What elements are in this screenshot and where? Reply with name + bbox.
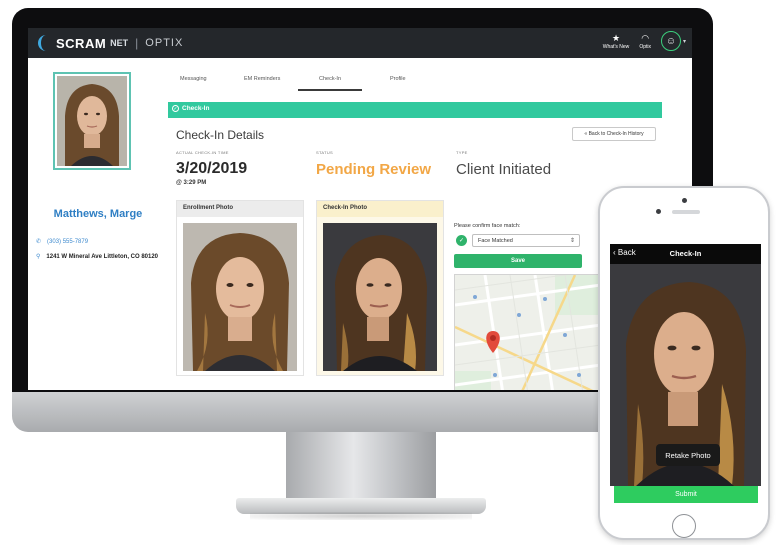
optix-label: Optix (639, 43, 651, 50)
check-in-type: Client Initiated (456, 161, 552, 178)
gauge-icon: ◠ (641, 32, 650, 43)
enrollment-photo[interactable] (183, 223, 297, 371)
phone-speaker (672, 210, 700, 214)
client-address-row: ⚲ 1241 W Mineral Ave Littleton, CO 80120 (36, 253, 158, 261)
client-profile-photo (53, 72, 131, 170)
back-to-history-button[interactable]: « Back to Check-In History (572, 127, 656, 141)
face-match-prompt: Please confirm face match: (454, 223, 521, 229)
save-button[interactable]: Save (454, 254, 582, 268)
client-sidebar: Matthews, Marge ✆ (303) 555-7879 ⚲ 1241 … (28, 58, 168, 390)
face-match-value: Face Matched (478, 238, 513, 244)
app-logo[interactable]: SCRAM NET | OPTIX (38, 35, 183, 51)
tab-check-in[interactable]: Check-In (319, 76, 341, 82)
tab-messaging[interactable]: Messaging (180, 76, 207, 82)
active-tab-indicator (298, 89, 362, 91)
check-in-photo[interactable] (323, 223, 437, 371)
brand-name: SCRAM (56, 35, 107, 51)
map-graphic (455, 275, 599, 390)
profile-photo-image (57, 76, 127, 166)
optix-button[interactable]: ◠ Optix (639, 33, 651, 50)
user-avatar-icon[interactable]: ☺ (660, 31, 681, 51)
client-address: 1241 W Mineral Ave Littleton, CO 80120 (46, 253, 158, 260)
phone-camera (682, 198, 687, 203)
whats-new-button[interactable]: ★ What's New (603, 33, 630, 50)
home-button[interactable] (672, 514, 696, 538)
chevron-down-icon[interactable]: ▾ (683, 38, 686, 45)
mobile-phone: ‹ Back Check-In Retake Photo Submit (598, 186, 770, 540)
phone-screen-title: Check-In (669, 249, 702, 258)
banner-label: Check-In (182, 105, 210, 112)
enrollment-photo-card: Enrollment Photo (176, 200, 304, 376)
check-in-photo-label: Check-In Photo (317, 201, 443, 217)
star-icon: ★ (612, 32, 621, 43)
date-field-label: ACTUAL CHECK-IN TIME (176, 150, 229, 155)
check-in-photo-card: Check-In Photo (316, 200, 444, 376)
select-caret-icon: ⇕ (569, 238, 575, 244)
client-phone-row: ✆ (303) 555-7879 (36, 238, 88, 246)
status-badge: Pending Review (316, 161, 432, 178)
tab-em-reminders[interactable]: EM Reminders (244, 76, 280, 82)
page-title: Check-In Details (176, 128, 265, 142)
phone-screen: ‹ Back Check-In Retake Photo Submit (610, 244, 761, 508)
check-in-date: 3/20/2019 (176, 160, 248, 177)
check-in-banner: ✓ Check-In (168, 102, 662, 118)
phone-icon: ✆ (36, 239, 42, 245)
type-field-label: TYPE (456, 150, 468, 155)
enrollment-photo-label: Enrollment Photo (177, 201, 303, 217)
check-in-location-map[interactable] (454, 274, 600, 390)
status-field-label: STATUS (316, 150, 333, 155)
monitor-stand (286, 432, 436, 504)
submit-button[interactable]: Submit (614, 486, 758, 503)
phone-nav-bar: ‹ Back Check-In (610, 244, 761, 264)
client-phone[interactable]: (303) 555-7879 (47, 239, 88, 245)
tab-bar: Messaging EM Reminders Check-In Profile (168, 58, 692, 86)
check-in-time: @ 3:29 PM (176, 180, 207, 186)
logo-arc-icon (38, 35, 52, 51)
product-name: OPTIX (145, 37, 184, 49)
whats-new-label: What's New (602, 43, 630, 50)
client-name[interactable]: Matthews, Marge (28, 208, 168, 220)
brand-separator: | (135, 36, 139, 50)
monitor-shadow (250, 512, 472, 520)
location-pin-icon: ⚲ (36, 254, 41, 260)
tab-profile[interactable]: Profile (390, 76, 406, 82)
phone-sensor (656, 209, 661, 214)
check-circle-icon: ✓ (456, 235, 467, 246)
top-navbar: SCRAM NET | OPTIX ★ What's New ◠ Optix ☺… (28, 28, 692, 58)
brand-suffix: NET (110, 38, 129, 48)
retake-photo-button[interactable]: Retake Photo (656, 444, 720, 466)
face-match-select[interactable]: Face Matched ⇕ (472, 234, 580, 247)
monitor-screen: SCRAM NET | OPTIX ★ What's New ◠ Optix ☺… (28, 28, 692, 390)
check-circle-icon: ✓ (172, 105, 179, 112)
